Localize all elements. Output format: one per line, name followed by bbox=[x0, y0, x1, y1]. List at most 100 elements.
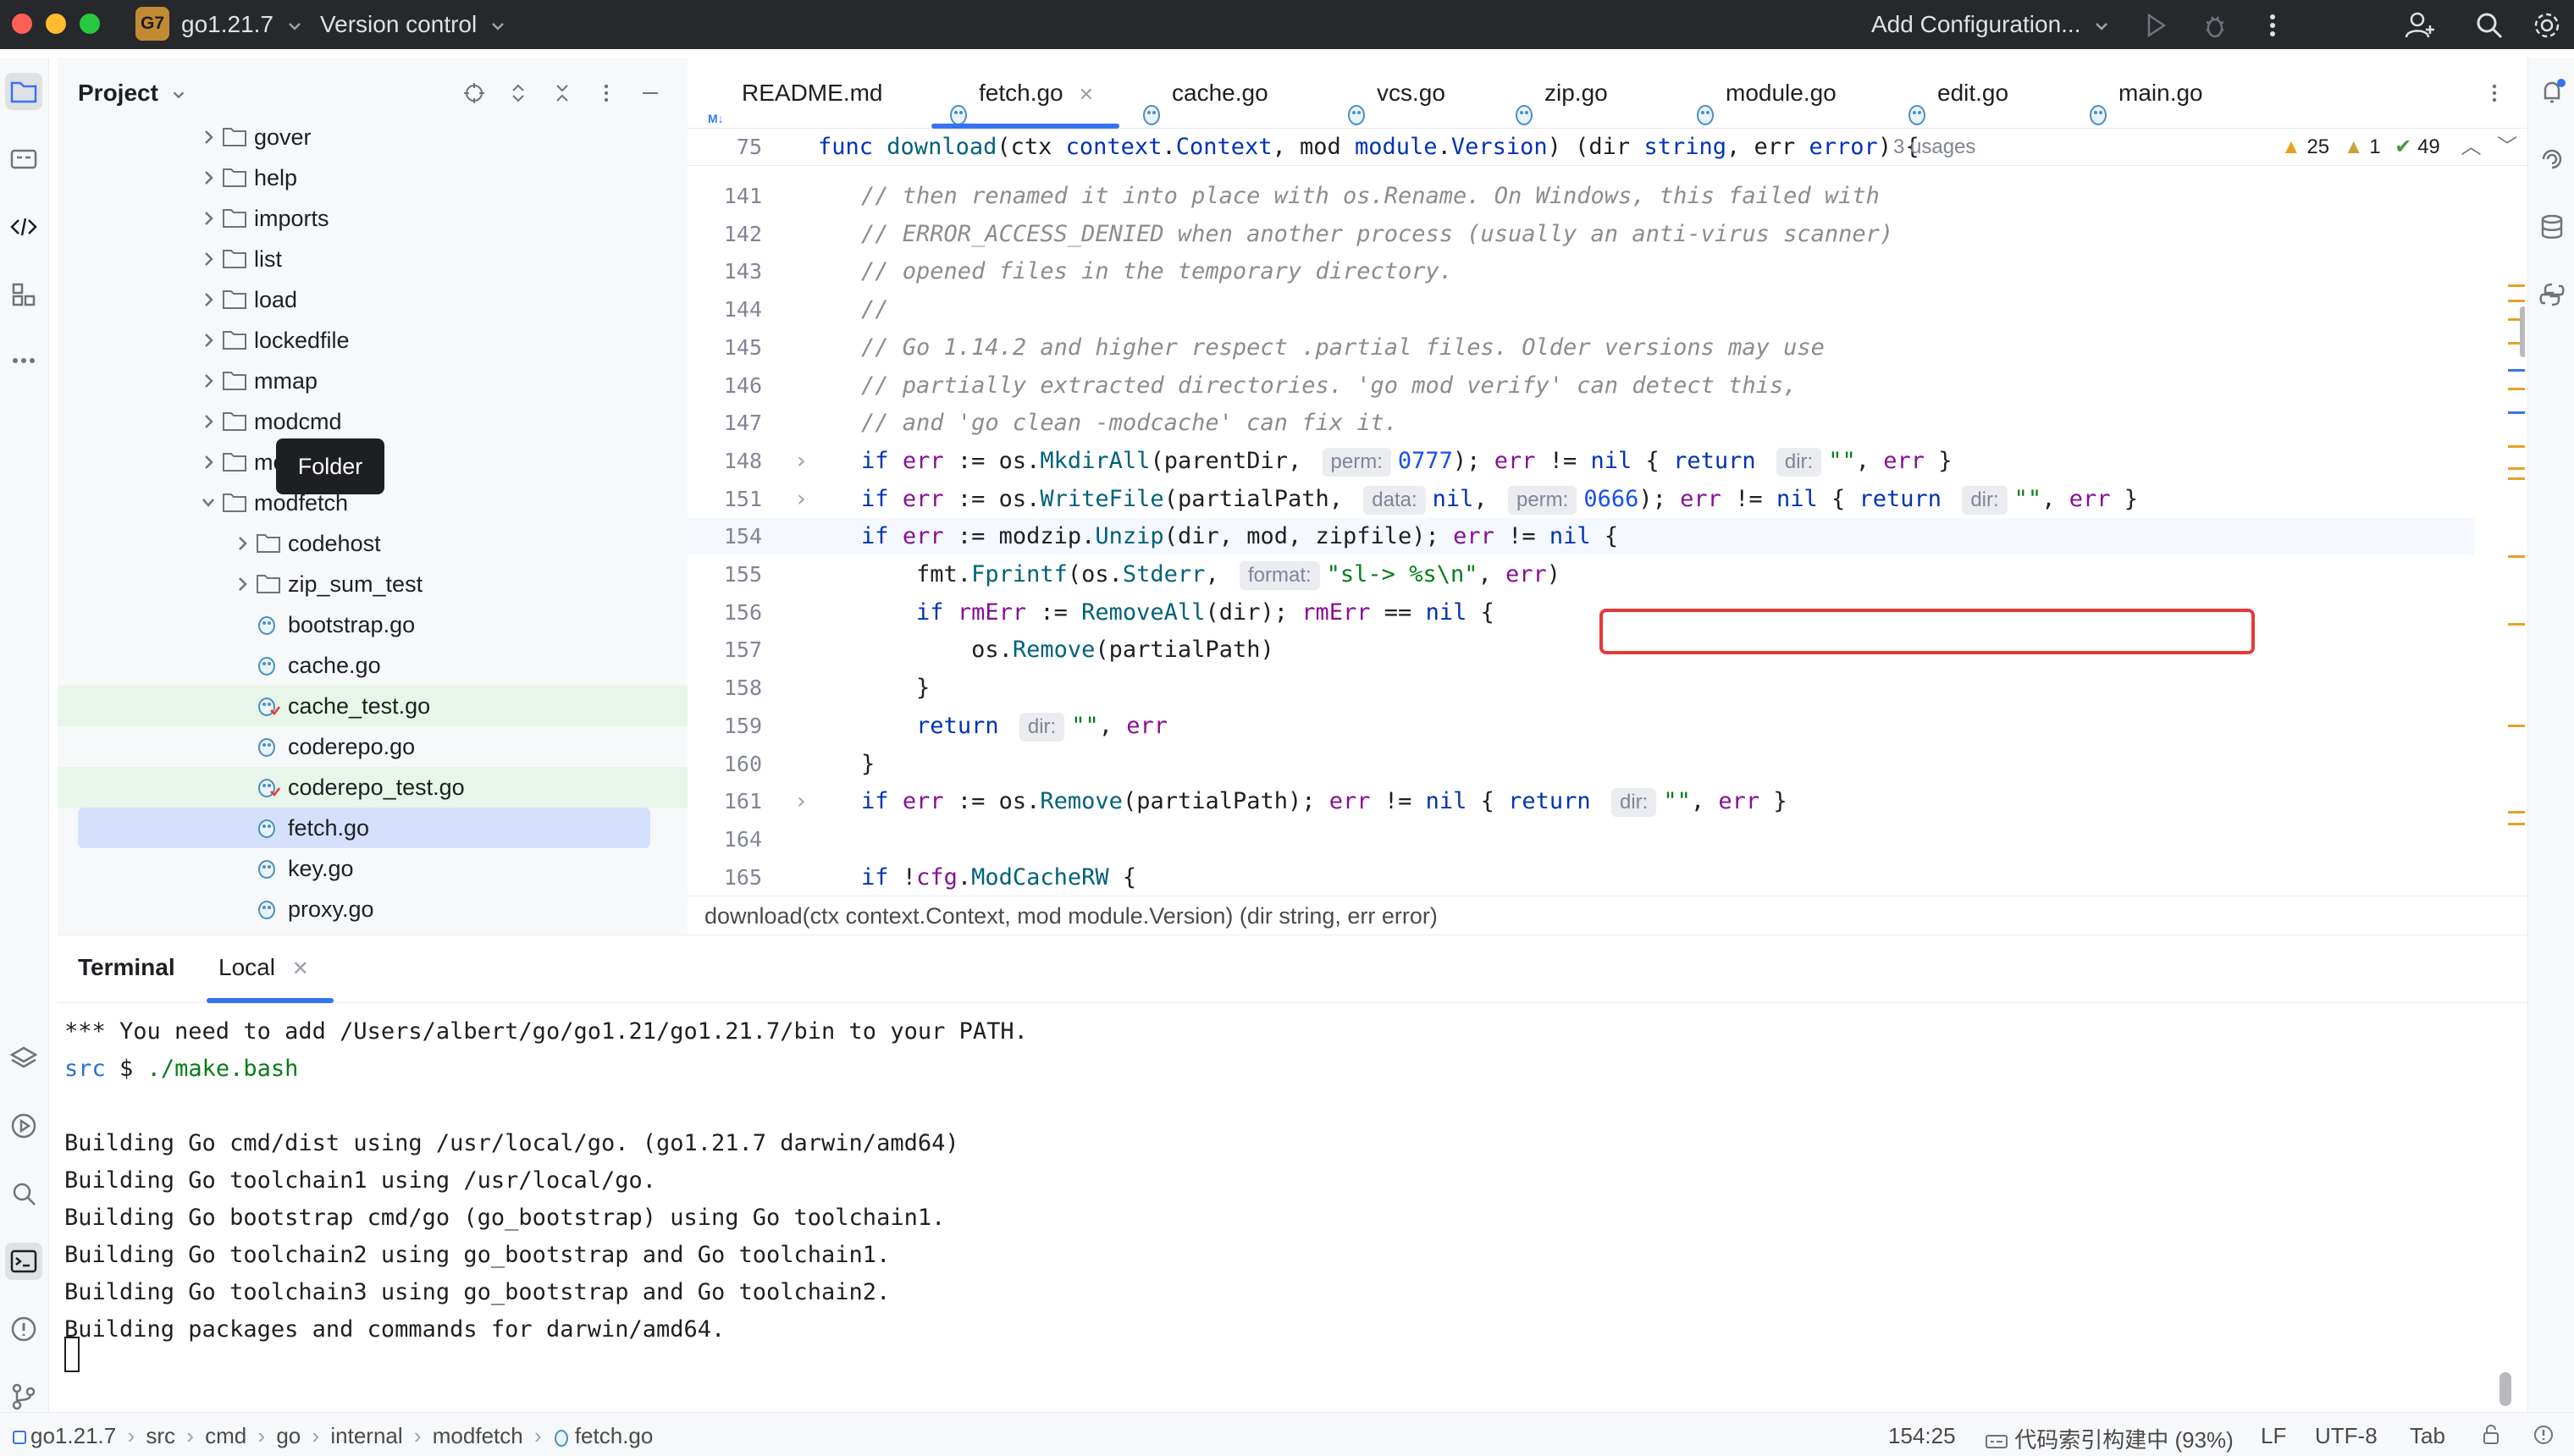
more-actions-icon[interactable] bbox=[2254, 7, 2291, 44]
code-line[interactable]: 164 bbox=[688, 821, 2474, 858]
code-line[interactable]: 151 › if err := os.WriteFile(partialPath,… bbox=[688, 481, 2474, 518]
problems-tool-button[interactable] bbox=[5, 1310, 42, 1348]
code-line[interactable]: 145 // Go 1.14.2 and higher respect .par… bbox=[688, 329, 2474, 367]
chevron-up-icon[interactable]: ︿ bbox=[2461, 135, 2481, 158]
chevron-right-icon[interactable] bbox=[196, 157, 220, 198]
add-user-icon[interactable] bbox=[2401, 7, 2439, 44]
close-window-button[interactable] bbox=[12, 14, 32, 34]
chevron-right-icon[interactable] bbox=[196, 401, 220, 442]
line-number[interactable]: 155 bbox=[713, 556, 762, 593]
services-tool-button[interactable] bbox=[5, 1040, 42, 1077]
line-number[interactable]: 165 bbox=[713, 859, 762, 896]
tree-file[interactable]: cache.go bbox=[58, 645, 688, 686]
nav-crumb[interactable]: cmd bbox=[205, 1423, 246, 1448]
chevron-right-icon[interactable] bbox=[196, 198, 220, 239]
close-icon[interactable]: ✕ bbox=[1079, 84, 1094, 105]
indexing-status[interactable]: 代码索引构建中 (93%) bbox=[1985, 1423, 2234, 1454]
run-tool-button[interactable] bbox=[5, 1107, 42, 1144]
tab-vcs-go[interactable]: vcs.go bbox=[1346, 58, 1445, 129]
find-tool-button[interactable] bbox=[5, 1175, 42, 1212]
commit-tool-button[interactable] bbox=[5, 141, 42, 178]
ai-assistant-icon[interactable] bbox=[2533, 141, 2571, 178]
code-line[interactable]: 165 if !cfg.ModCacheRW { bbox=[688, 859, 2474, 896]
line-number[interactable]: 147 bbox=[713, 405, 762, 442]
chevron-right-icon[interactable] bbox=[196, 361, 220, 401]
tree-folder[interactable]: gover bbox=[58, 117, 688, 157]
code-tool-button[interactable] bbox=[5, 208, 42, 245]
line-number[interactable]: 160 bbox=[713, 746, 762, 783]
indent-setting[interactable]: Tab bbox=[2410, 1423, 2445, 1449]
hide-panel-icon[interactable] bbox=[638, 81, 662, 105]
options-icon[interactable] bbox=[594, 81, 618, 105]
nav-crumb[interactable]: go1.21.7 bbox=[30, 1423, 116, 1448]
code-line[interactable]: 158 } bbox=[688, 670, 2474, 707]
line-number[interactable]: 161 bbox=[713, 783, 762, 820]
nav-crumb[interactable]: internal bbox=[330, 1423, 402, 1448]
chevron-down-icon[interactable]: ﹀ bbox=[2497, 135, 2517, 158]
tab-cache-go[interactable]: cache.go bbox=[1141, 58, 1268, 129]
code-line[interactable]: 161 › if err := os.Remove(partialPath); e… bbox=[688, 783, 2474, 820]
code-line[interactable]: 148 › if err := os.MkdirAll(parentDir, pe… bbox=[688, 443, 2474, 480]
tab-edit-go[interactable]: edit.go bbox=[1907, 58, 2008, 129]
chevron-right-icon[interactable] bbox=[196, 279, 220, 320]
tree-folder[interactable]: imports bbox=[58, 198, 688, 239]
tab-local[interactable]: Local ✕ bbox=[218, 954, 309, 981]
line-number[interactable]: 146 bbox=[713, 367, 762, 405]
usages-hint[interactable]: 3 usages bbox=[1893, 129, 1975, 166]
locate-file-icon[interactable] bbox=[462, 81, 486, 105]
maximize-window-button[interactable] bbox=[80, 14, 100, 34]
line-number[interactable]: 157 bbox=[713, 631, 762, 669]
tree-folder[interactable]: help bbox=[58, 157, 688, 198]
code-line[interactable]: 155 fmt.Fprintf(os.Stderr, format: "sl-> … bbox=[688, 556, 2474, 593]
terminal-tool-button[interactable] bbox=[5, 1243, 42, 1280]
chevron-right-icon[interactable] bbox=[196, 117, 220, 157]
code-line[interactable]: 142 // ERROR_ACCESS_DENIED when another … bbox=[688, 216, 2474, 253]
more-tools-button[interactable] bbox=[5, 342, 42, 379]
nav-crumb[interactable]: modfetch bbox=[433, 1423, 523, 1448]
code-line[interactable]: 146 // partially extracted directories. … bbox=[688, 367, 2474, 405]
git-tool-button[interactable] bbox=[5, 1378, 42, 1415]
caret-position[interactable]: 154:25 bbox=[1888, 1423, 1956, 1449]
vcs-menu[interactable]: Version control bbox=[320, 11, 507, 38]
line-separator[interactable]: LF bbox=[2261, 1423, 2286, 1449]
run-icon[interactable] bbox=[2137, 7, 2174, 44]
close-icon[interactable]: ✕ bbox=[292, 957, 309, 980]
code-line[interactable]: 144 // bbox=[688, 291, 2474, 328]
nav-crumb[interactable]: go bbox=[276, 1423, 301, 1448]
line-number[interactable]: 154 bbox=[713, 518, 762, 555]
tab-module-go[interactable]: module.go bbox=[1695, 58, 1837, 129]
project-tool-button[interactable] bbox=[5, 73, 42, 110]
code-breadcrumb[interactable]: download(ctx context.Context, mod module… bbox=[688, 896, 2527, 935]
tab-readme-md[interactable]: M↓ README.md bbox=[708, 58, 882, 129]
notification-status-icon[interactable] bbox=[2532, 1423, 2555, 1447]
chevron-right-icon[interactable] bbox=[230, 564, 254, 604]
line-number[interactable]: 151 bbox=[713, 481, 762, 518]
expand-all-icon[interactable] bbox=[506, 81, 530, 105]
line-number[interactable]: 144 bbox=[713, 291, 762, 328]
line-number[interactable]: 148 bbox=[713, 443, 762, 480]
line-number[interactable]: 141 bbox=[713, 178, 762, 215]
line-number[interactable]: 142 bbox=[713, 216, 762, 253]
settings-icon[interactable] bbox=[2528, 7, 2566, 44]
tree-file[interactable]: cache_test.go bbox=[58, 686, 688, 726]
tree-folder[interactable]: zip_sum_test bbox=[58, 564, 688, 604]
collapse-all-icon[interactable] bbox=[550, 81, 574, 105]
tree-folder[interactable]: list bbox=[58, 239, 688, 279]
tree-folder[interactable]: lockedfile bbox=[58, 320, 688, 361]
line-number[interactable]: 143 bbox=[713, 253, 762, 290]
tab-fetch-go[interactable]: fetch.go ✕ bbox=[931, 58, 1120, 129]
chevron-right-icon[interactable] bbox=[196, 442, 220, 483]
minimize-window-button[interactable] bbox=[46, 14, 66, 34]
notifications-icon[interactable] bbox=[2533, 73, 2571, 110]
code-line[interactable]: 160 } bbox=[688, 746, 2474, 783]
tab-main-go[interactable]: main.go bbox=[2088, 58, 2203, 129]
tab-zip-go[interactable]: zip.go bbox=[1514, 58, 1608, 129]
nav-crumb[interactable]: fetch.go bbox=[575, 1423, 654, 1448]
chevron-right-icon[interactable] bbox=[230, 523, 254, 564]
chevron-right-icon[interactable] bbox=[196, 320, 220, 361]
debug-icon[interactable] bbox=[2196, 7, 2234, 44]
structure-tool-button[interactable] bbox=[5, 276, 42, 313]
run-configuration-selector[interactable]: Add Configuration... bbox=[1871, 11, 2111, 38]
nav-crumb[interactable]: src bbox=[146, 1423, 175, 1448]
tree-folder[interactable]: mmap bbox=[58, 361, 688, 401]
